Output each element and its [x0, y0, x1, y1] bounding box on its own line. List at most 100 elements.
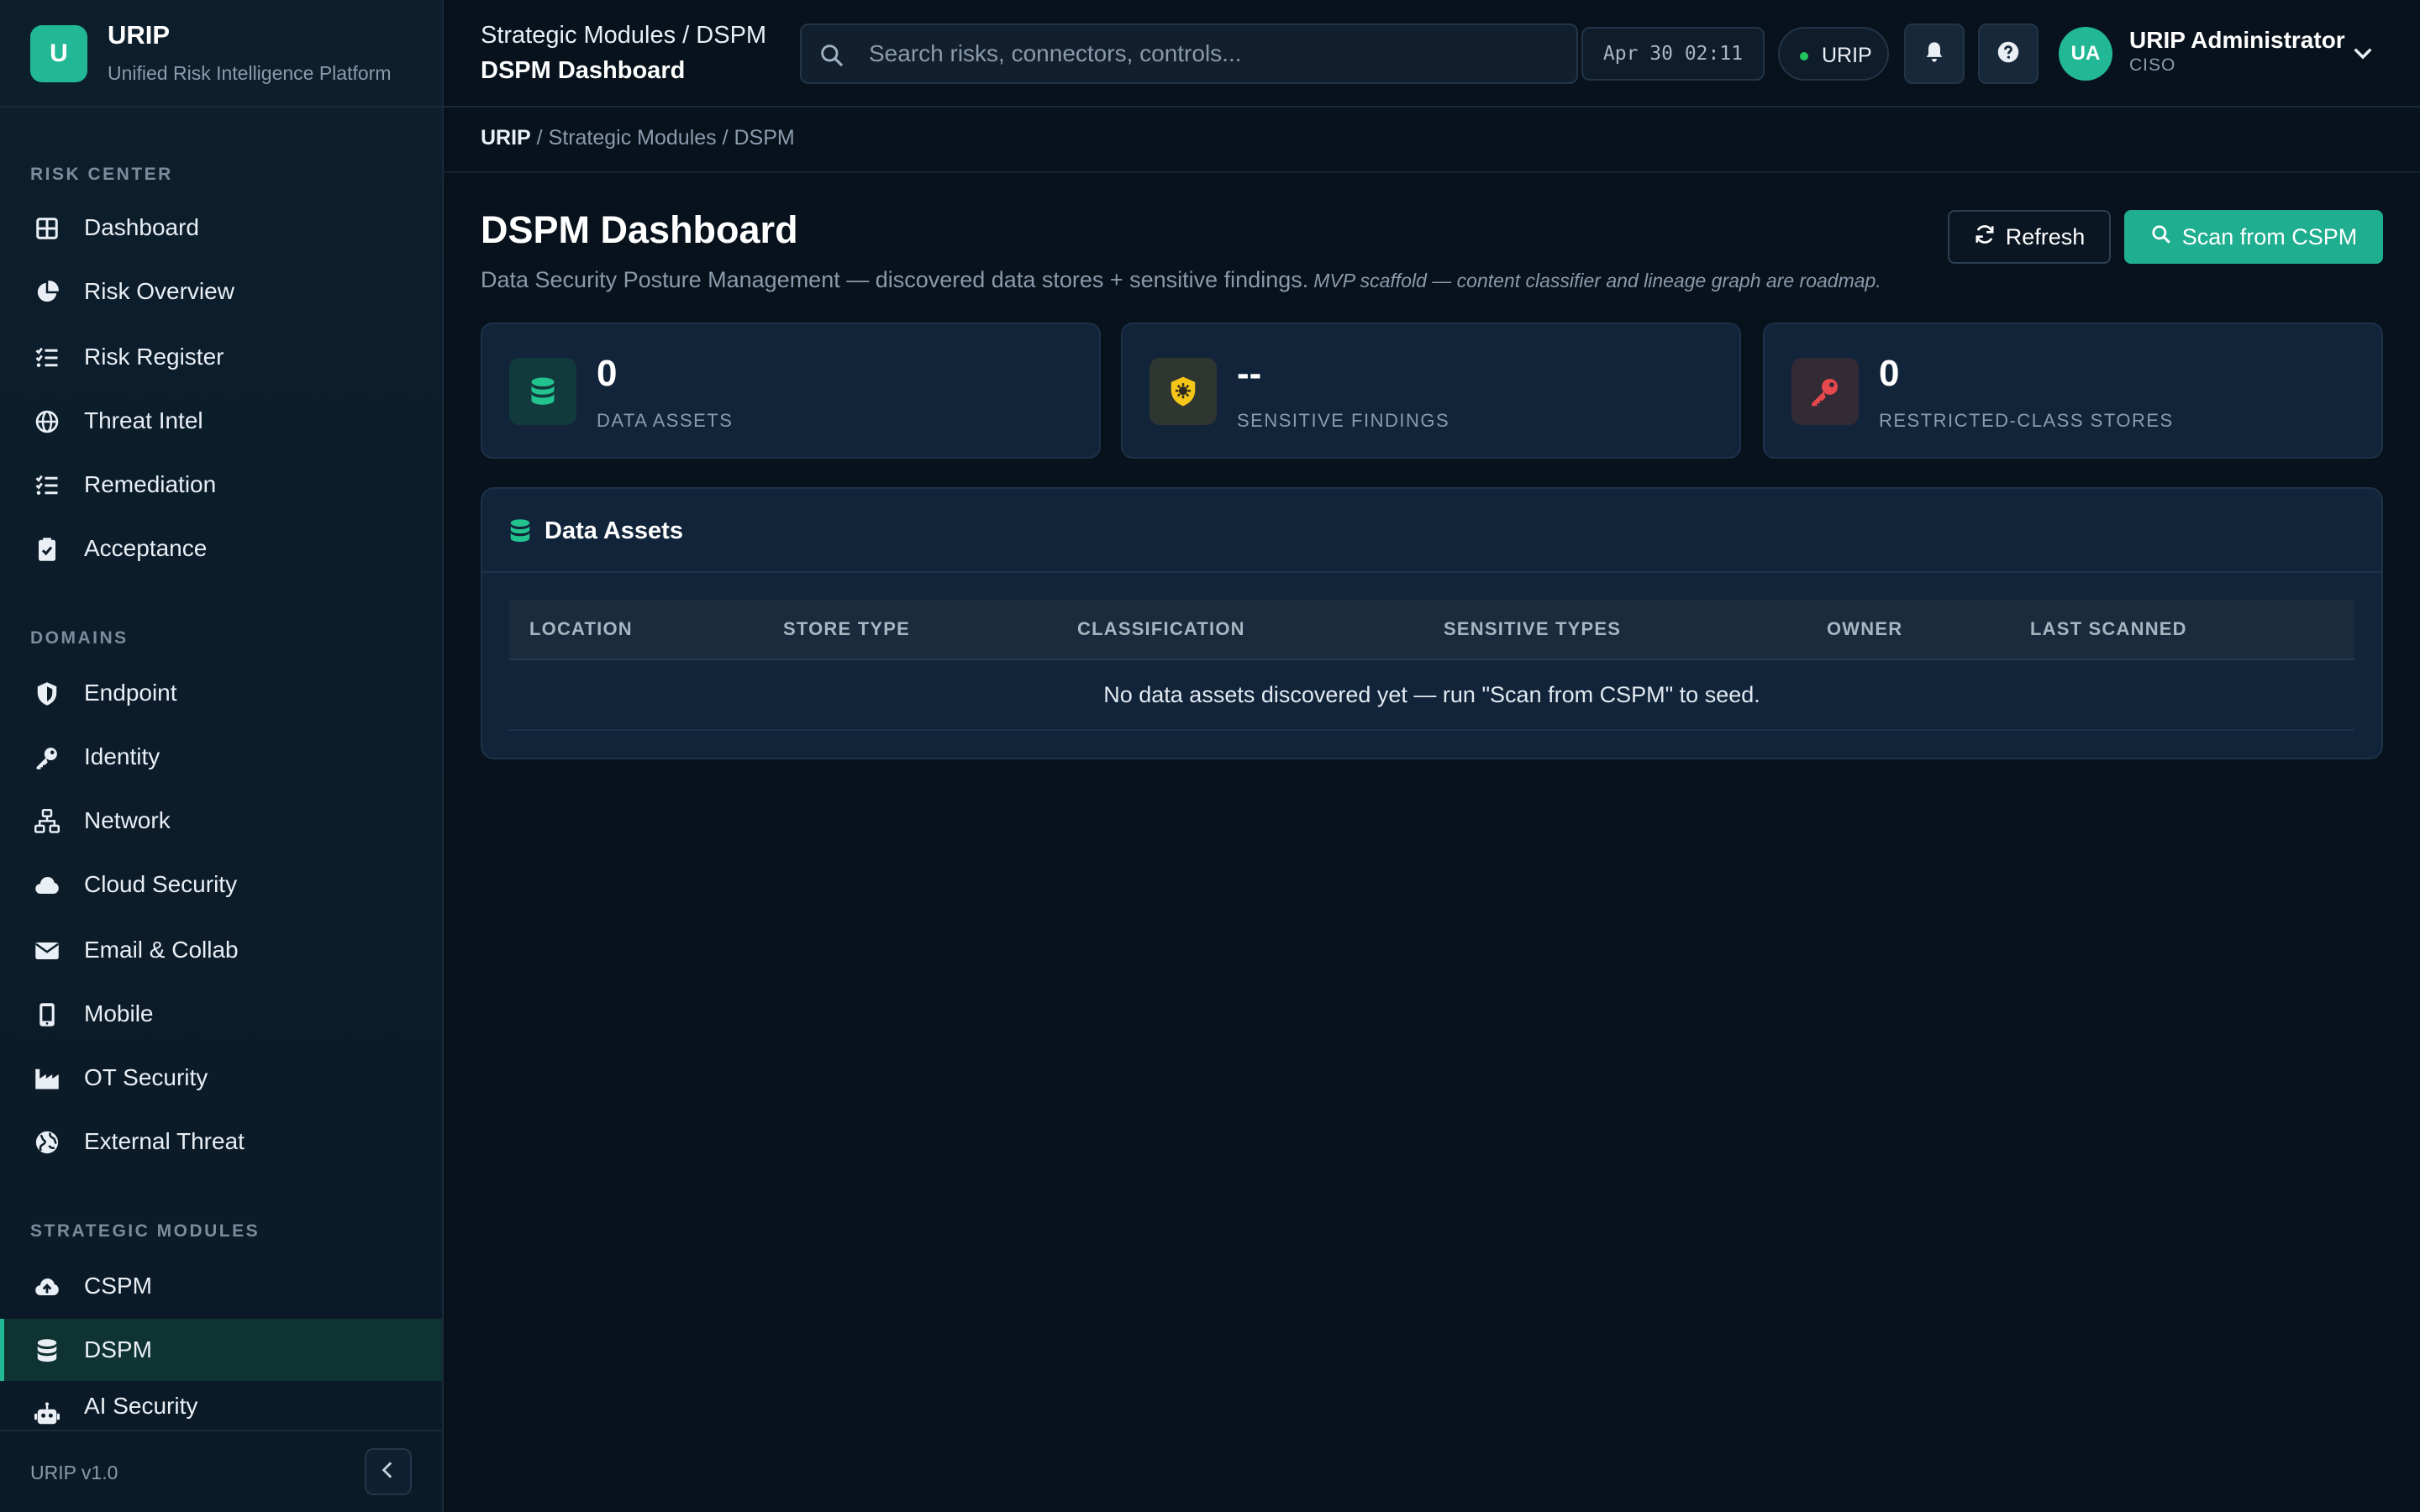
sidebar-item-label: CSPM — [84, 1273, 152, 1299]
page-description: Data Security Posture Management — disco… — [481, 267, 1309, 292]
sidebar-item-acceptance[interactable]: Acceptance — [0, 517, 442, 580]
sidebar-footer: URIP v1.0 — [0, 1430, 442, 1512]
stat-card-restricted-stores: 0 RESTRICTED-CLASS STORES — [1763, 323, 2383, 459]
section-domains: DOMAINS — [30, 628, 129, 648]
sidebar-item-label: AI Security — [84, 1393, 198, 1419]
panel-title: Data Assets — [544, 517, 683, 544]
sidebar-item-label: OT Security — [84, 1064, 208, 1090]
sidebar-item-label: Dashboard — [84, 214, 199, 240]
table-header: LOCATION STORE TYPE CLASSIFICATION SENSI… — [509, 600, 2354, 660]
stat-card-data-assets: 0 DATA ASSETS — [481, 323, 1101, 459]
tenant-badge[interactable]: URIP — [1778, 27, 1889, 81]
sidebar-item-label: Mobile — [84, 1000, 154, 1026]
sidebar-item-cspm[interactable]: CSPM — [0, 1255, 442, 1317]
robot-icon — [34, 1401, 60, 1428]
column-header-store-type[interactable]: STORE TYPE — [783, 618, 910, 640]
sidebar-item-dashboard[interactable]: Dashboard — [0, 197, 442, 259]
collapse-sidebar-button[interactable] — [365, 1448, 412, 1495]
brand-name: URIP — [108, 20, 171, 50]
database-icon — [509, 358, 576, 425]
mobile-icon — [34, 1001, 60, 1028]
sidebar-item-label: Acceptance — [84, 535, 208, 561]
stat-label: SENSITIVE FINDINGS — [1237, 410, 1450, 431]
brand-logo[interactable]: U — [30, 25, 87, 82]
sidebar-item-threat-intel[interactable]: Threat Intel — [0, 390, 442, 452]
column-header-classification[interactable]: CLASSIFICATION — [1077, 618, 1245, 640]
stat-value: -- — [1237, 353, 1262, 394]
sidebar-item-remediation[interactable]: Remediation — [0, 454, 442, 516]
sidebar-item-label: Remediation — [84, 471, 217, 497]
brand-header: U URIP Unified Risk Intelligence Platfor… — [0, 0, 442, 108]
sidebar-item-risk-register[interactable]: Risk Register — [0, 326, 442, 388]
sidebar: U URIP Unified Risk Intelligence Platfor… — [0, 0, 444, 1512]
industry-icon — [34, 1065, 60, 1092]
sidebar-item-dspm[interactable]: DSPM — [0, 1319, 442, 1381]
sidebar-item-cloud-security[interactable]: Cloud Security — [0, 853, 442, 916]
pie-chart-icon — [34, 279, 60, 306]
status-dot — [1800, 52, 1808, 60]
column-header-location[interactable]: LOCATION — [529, 618, 633, 640]
sidebar-item-ot-security[interactable]: OT Security — [0, 1047, 442, 1109]
sidebar-item-endpoint[interactable]: Endpoint — [0, 662, 442, 724]
shield-icon — [34, 680, 60, 707]
clock-display: Apr 30 02:11 — [1581, 27, 1765, 81]
column-header-owner[interactable]: OWNER — [1827, 618, 1902, 640]
tenant-name: URIP — [1822, 44, 1872, 67]
stat-value: 0 — [1879, 353, 1900, 394]
scan-from-cspm-button[interactable]: Scan from CSPM — [2124, 210, 2383, 264]
sidebar-item-external-threat[interactable]: External Threat — [0, 1110, 442, 1173]
search-icon — [818, 42, 845, 69]
search-input[interactable] — [869, 25, 1566, 82]
cloud-upload-icon — [34, 1273, 60, 1300]
sidebar-item-label: Risk Register — [84, 344, 224, 370]
notifications-button[interactable] — [1904, 24, 1965, 84]
sidebar-item-label: Email & Collab — [84, 937, 239, 963]
sidebar-item-label: Cloud Security — [84, 871, 238, 897]
refresh-icon — [1974, 223, 1996, 251]
sidebar-item-email-collab[interactable]: Email & Collab — [0, 919, 442, 981]
column-header-last-scanned[interactable]: LAST SCANNED — [2030, 618, 2187, 640]
sidebar-item-network[interactable]: Network — [0, 790, 442, 852]
database-icon — [34, 1337, 60, 1364]
data-assets-panel: Data Assets LOCATION STORE TYPE CLASSIFI… — [481, 487, 2383, 759]
network-icon — [34, 808, 60, 835]
column-header-sensitive-types[interactable]: SENSITIVE TYPES — [1444, 618, 1621, 640]
page-subtitle: Data Security Posture Management — disco… — [481, 267, 1881, 293]
grid-icon — [34, 215, 60, 242]
user-name: URIP Administrator — [2129, 27, 2345, 53]
topbar: Strategic Modules / DSPM DSPM Dashboard … — [444, 0, 2420, 108]
section-strategic-modules: STRATEGIC MODULES — [30, 1221, 260, 1241]
envelope-icon — [34, 937, 60, 964]
search-icon — [2150, 223, 2172, 251]
help-button[interactable] — [1978, 24, 2039, 84]
breadcrumb-rest: / Strategic Modules / DSPM — [530, 126, 795, 150]
chevron-left-icon — [377, 1459, 399, 1485]
table-empty-message: No data assets discovered yet — run "Sca… — [509, 660, 2354, 731]
panel-header: Data Assets — [482, 489, 2381, 573]
sidebar-item-label: Endpoint — [84, 680, 177, 706]
chevron-down-icon[interactable] — [2349, 40, 2376, 67]
breadcrumb-root[interactable]: URIP — [481, 126, 531, 150]
sidebar-item-identity[interactable]: Identity — [0, 726, 442, 788]
topbar-page-title: DSPM Dashboard — [481, 57, 686, 84]
cloud-icon — [34, 872, 60, 899]
app-root: U URIP Unified Risk Intelligence Platfor… — [0, 0, 2420, 1512]
section-risk-center: RISK CENTER — [30, 165, 173, 184]
topbar-breadcrumb: Strategic Modules / DSPM — [481, 22, 767, 49]
globe-icon — [34, 408, 60, 435]
sidebar-item-label: Identity — [84, 743, 160, 769]
stat-label: RESTRICTED-CLASS STORES — [1879, 410, 2174, 431]
avatar[interactable]: UA — [2059, 27, 2112, 81]
sidebar-item-label: Risk Overview — [84, 278, 234, 304]
sidebar-item-label: External Threat — [84, 1128, 245, 1154]
refresh-button[interactable]: Refresh — [1948, 210, 2111, 264]
sidebar-item-mobile[interactable]: Mobile — [0, 983, 442, 1045]
sidebar-item-risk-overview[interactable]: Risk Overview — [0, 260, 442, 323]
list-check-icon — [34, 472, 60, 499]
stat-card-sensitive-findings: -- SENSITIVE FINDINGS — [1121, 323, 1741, 459]
search-box — [800, 24, 1578, 84]
database-icon — [508, 517, 533, 544]
list-check-icon — [34, 344, 60, 371]
sidebar-item-ai-security[interactable]: AI Security — [0, 1383, 442, 1430]
refresh-label: Refresh — [2005, 223, 2086, 249]
